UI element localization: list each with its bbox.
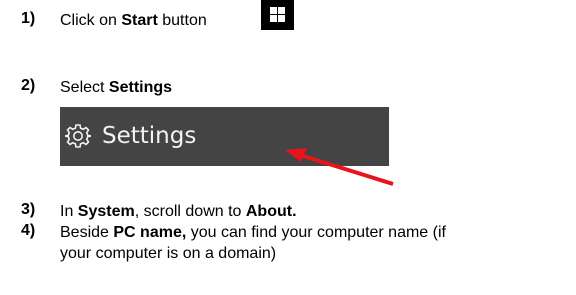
red-arrow-icon	[285, 148, 394, 186]
step-text-bold: Start	[121, 12, 158, 29]
settings-label: Settings	[102, 123, 197, 149]
step-text: In System, scroll down to About.	[60, 201, 297, 222]
windows-logo-icon	[270, 7, 285, 22]
start-button-image	[261, 0, 294, 30]
step-text-part: , scroll down to	[134, 203, 246, 220]
step-text-bold: System	[77, 203, 135, 220]
step-text-part: In	[60, 203, 78, 220]
step-number: 4)	[21, 222, 36, 239]
step-text-bold: Settings	[108, 79, 173, 96]
step-text-part: button	[157, 12, 207, 29]
step-number: 1)	[21, 10, 36, 27]
gear-icon	[65, 124, 91, 148]
step-text-part: Beside	[60, 224, 114, 241]
step-text: Beside PC name, you can find your comput…	[60, 222, 446, 264]
step-number: 3)	[21, 201, 36, 218]
step-text: Select Settings	[60, 77, 172, 98]
step-number: 2)	[21, 77, 36, 94]
step-text-bold: PC name,	[113, 224, 187, 241]
step-text-bold: About.	[245, 203, 297, 220]
step-text-part: you can find your computer name (if	[186, 224, 446, 241]
step-text-line2: your computer is on a domain)	[60, 245, 277, 262]
step-text: Click on Start button	[60, 10, 207, 31]
step-text-part: Select	[60, 79, 109, 96]
step-text-part: Click on	[60, 12, 122, 29]
